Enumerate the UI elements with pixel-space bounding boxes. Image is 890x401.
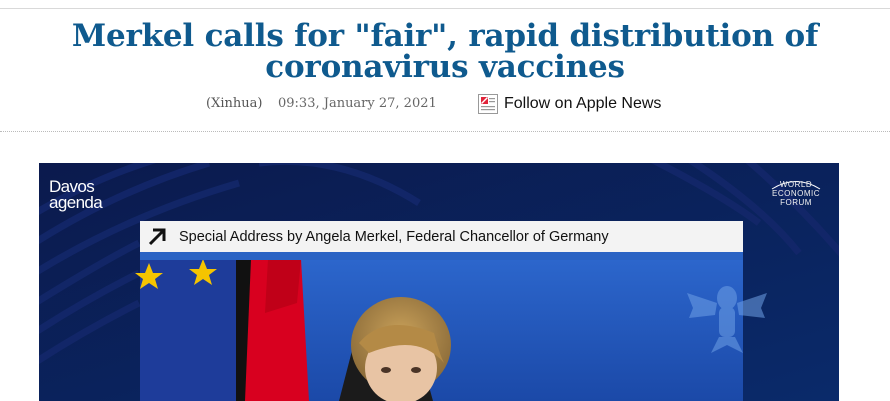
article-datetime: 09:33, January 27, 2021 <box>278 96 437 111</box>
article-source: (Xinhua) <box>206 96 263 111</box>
wef-logo-line3: FORUM <box>780 198 812 207</box>
follow-apple-news-label: Follow on Apple News <box>504 95 662 112</box>
agenda-logo-line: agenda <box>49 193 103 212</box>
video-caption-text: Special Address by Angela Merkel, Federa… <box>179 228 609 245</box>
article-photo: Davos agenda WORLD ECONOMIC FORUM Specia… <box>39 163 839 401</box>
top-divider <box>0 8 890 9</box>
caption-underline <box>140 252 743 260</box>
article-meta: (Xinhua) 09:33, January 27, 2021 Follow … <box>0 92 890 118</box>
photo-scene <box>39 163 839 401</box>
follow-apple-news-link[interactable]: Follow on Apple News <box>478 94 661 114</box>
meta-divider <box>0 131 890 132</box>
apple-news-icon <box>478 94 498 114</box>
wef-logo-line1: WORLD <box>779 180 813 189</box>
wef-logo-line2: ECONOMIC <box>772 189 820 198</box>
arrow-up-right-icon <box>148 228 166 245</box>
davos-agenda-logo: Davos agenda <box>49 178 103 212</box>
video-caption-bar: Special Address by Angela Merkel, Federa… <box>140 221 743 252</box>
article-headline: Merkel calls for "fair", rapid distribut… <box>71 18 819 85</box>
wef-logo: WORLD ECONOMIC FORUM <box>765 180 827 207</box>
